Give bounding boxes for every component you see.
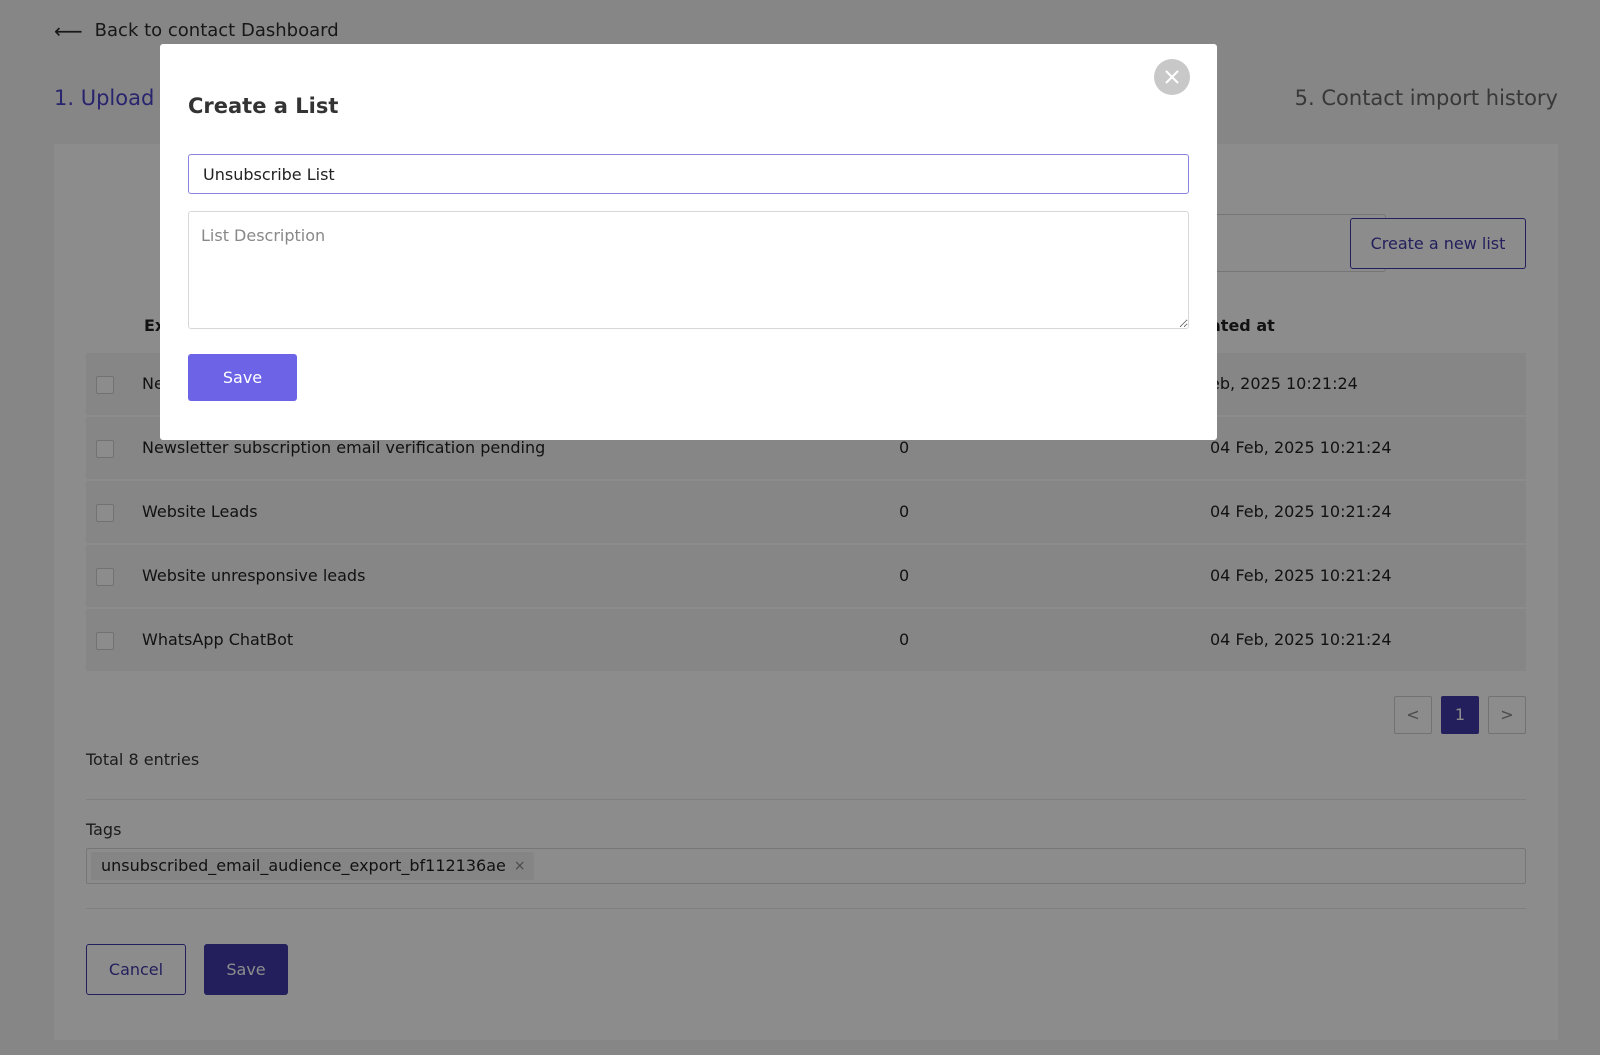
modal-save-button[interactable]: Save: [188, 354, 297, 401]
create-list-modal: Create a List Save: [160, 44, 1217, 440]
close-icon: [1165, 70, 1179, 84]
modal-close-button[interactable]: [1154, 59, 1190, 95]
list-description-input[interactable]: [188, 211, 1189, 329]
modal-title: Create a List: [188, 94, 339, 118]
list-name-input[interactable]: [188, 154, 1189, 194]
